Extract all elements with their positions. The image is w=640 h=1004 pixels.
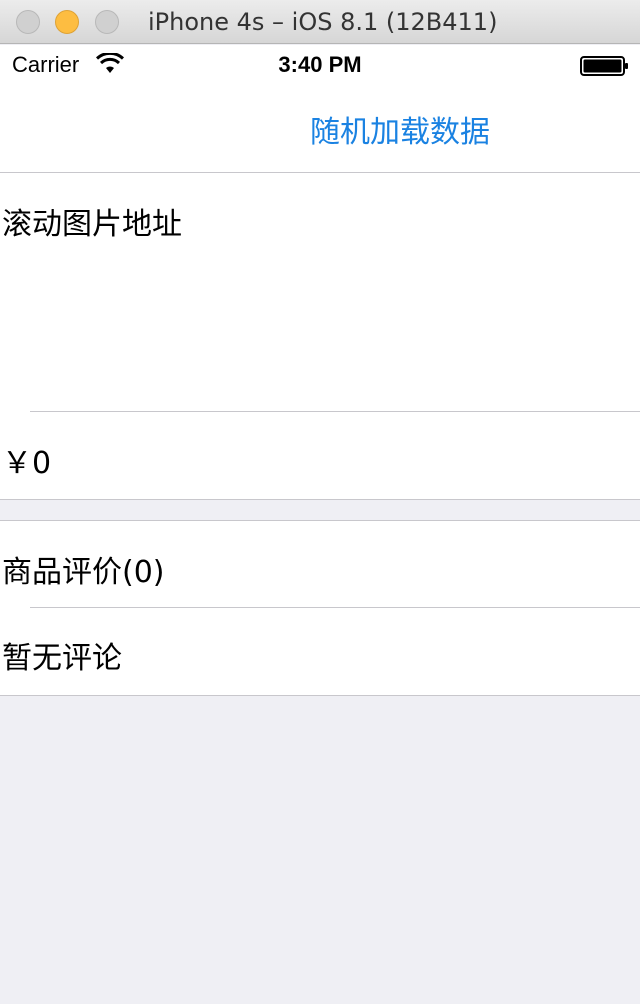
- window-close-button[interactable]: [16, 10, 40, 34]
- reviews-section: 商品评价(0) 暂无评论: [0, 520, 640, 696]
- battery-icon: [580, 56, 628, 76]
- price-cell[interactable]: ￥0: [0, 412, 640, 500]
- reviews-header-cell[interactable]: 商品评价(0): [0, 521, 640, 607]
- price-label: ￥0: [2, 446, 52, 481]
- navigation-bar: 随机加载数据: [0, 85, 640, 173]
- window-zoom-button[interactable]: [95, 10, 119, 34]
- no-reviews-label: 暂无评论: [2, 641, 122, 676]
- device-screen: Carrier 3:40 PM 随机加载数据 滚动图片地址 ￥0 商品评价(0): [0, 45, 640, 1004]
- simulator-title-bar: iPhone 4s – iOS 8.1 (12B411): [0, 0, 640, 44]
- window-minimize-button[interactable]: [55, 10, 79, 34]
- status-time: 3:40 PM: [278, 52, 362, 77]
- window-title: iPhone 4s – iOS 8.1 (12B411): [148, 8, 498, 36]
- product-info-section: 滚动图片地址 ￥0: [0, 173, 640, 500]
- status-bar: Carrier 3:40 PM: [0, 45, 640, 85]
- image-url-cell[interactable]: 滚动图片地址: [0, 173, 640, 411]
- reviews-header-label: 商品评价(0): [2, 555, 165, 590]
- no-reviews-cell[interactable]: 暂无评论: [0, 608, 640, 696]
- image-url-label: 滚动图片地址: [2, 207, 182, 242]
- random-load-data-button[interactable]: 随机加载数据: [310, 107, 490, 151]
